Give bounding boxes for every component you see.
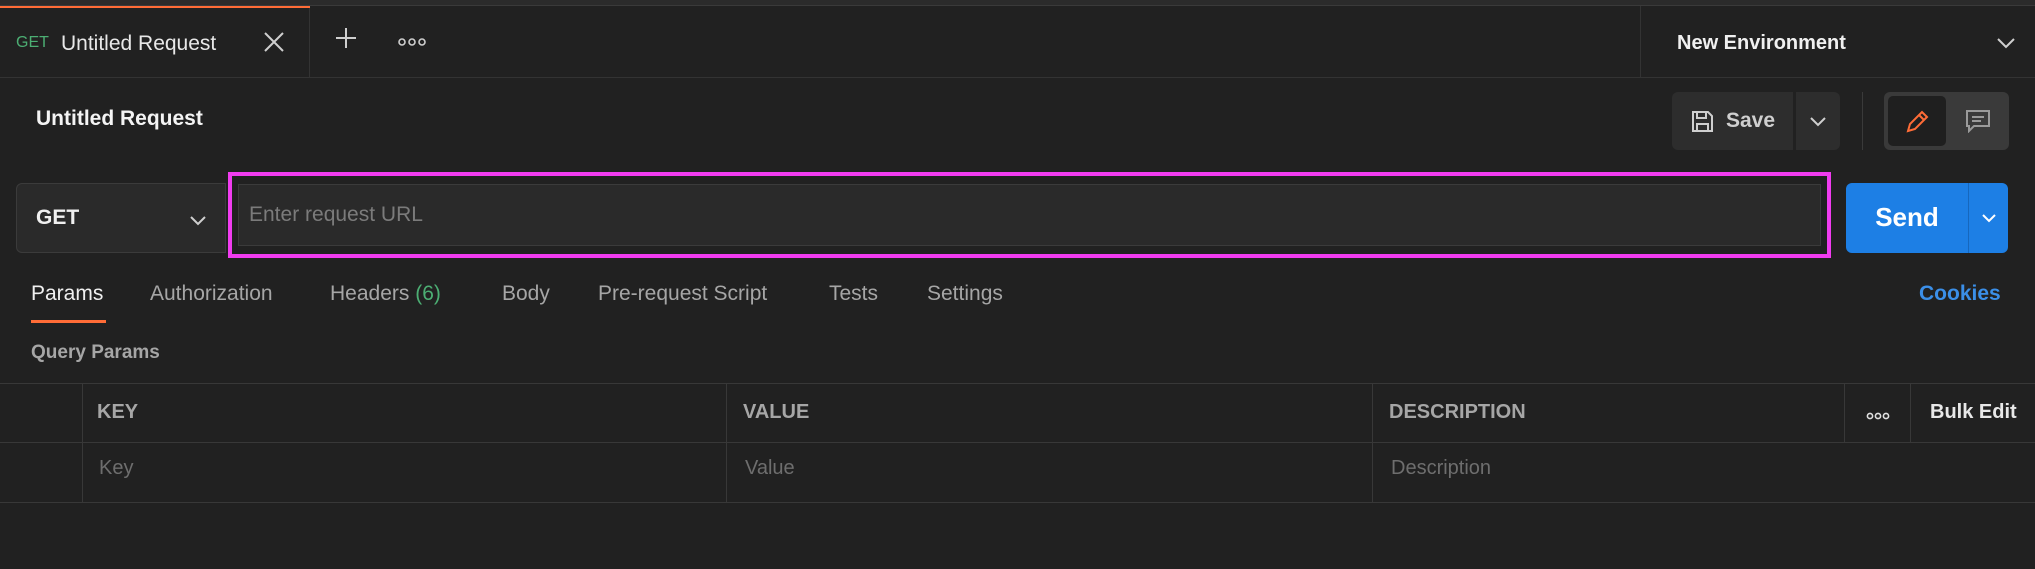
query-params-table: KEY VALUE DESCRIPTION Bulk Edit Key Valu… [0,383,2035,503]
send-button-group: Send [1846,183,2008,253]
headers-count-badge: (6) [415,282,441,305]
key-input[interactable]: Key [99,457,133,480]
column-divider [82,383,83,503]
comments-button[interactable] [1952,96,2004,146]
tab-body[interactable]: Body [502,282,550,306]
request-tab[interactable]: GET Untitled Request [0,6,310,78]
bulk-edit-button[interactable]: Bulk Edit [1930,401,2017,424]
cookies-link[interactable]: Cookies [1919,282,2001,306]
tab-settings[interactable]: Settings [927,282,1003,306]
request-title[interactable]: Untitled Request [36,107,203,131]
tab-params[interactable]: Params [31,282,103,306]
tab-headers[interactable]: Headers (6) [330,282,441,306]
save-disk-icon [1690,109,1715,134]
chevron-down-icon [189,213,207,231]
table-border-top [0,383,2035,384]
new-tab-plus-icon[interactable] [334,26,358,50]
send-button[interactable]: Send [1846,202,1968,233]
chevron-down-icon [1982,214,1996,223]
active-tab-indicator [0,6,310,8]
pencil-icon [1906,110,1929,133]
url-highlight-box [228,172,1831,258]
table-row-border [0,502,2035,503]
column-options-icon[interactable] [1866,408,1890,420]
comment-icon [1966,110,1990,133]
save-options-dropdown[interactable] [1796,92,1840,150]
column-header-description: DESCRIPTION [1389,401,1526,423]
save-button[interactable]: Save [1672,92,1793,150]
view-mode-toggle [1884,92,2009,150]
column-divider [726,383,727,503]
chevron-down-icon [1810,117,1826,127]
chevron-down-icon [1996,36,2016,49]
tab-method-badge: GET [16,34,49,51]
value-input[interactable]: Value [745,457,795,480]
close-icon[interactable] [262,30,286,54]
tab-title: Untitled Request [61,32,217,55]
query-params-heading: Query Params [31,342,160,363]
save-label: Save [1726,109,1776,132]
request-url-input[interactable] [238,184,1821,246]
toolbar-divider [1862,92,1863,150]
description-input[interactable]: Description [1391,457,1491,480]
method-label: GET [36,206,80,229]
method-select[interactable]: GET [16,183,226,253]
tab-authorization[interactable]: Authorization [150,282,273,306]
tab-bar: GET Untitled Request New Environment [0,0,2035,78]
request-tabs: Params Authorization Headers (6) Body Pr… [0,270,2035,323]
edit-mode-button[interactable] [1888,96,1946,146]
table-header-border [0,442,2035,443]
tab-pre-request-script[interactable]: Pre-request Script [598,282,767,306]
column-divider [1844,383,1845,443]
tab-tests[interactable]: Tests [829,282,878,306]
environment-label: New Environment [1677,32,1846,54]
tab-headers-label: Headers [330,282,410,305]
column-header-key: KEY [97,401,139,423]
send-options-dropdown[interactable] [1969,183,2008,253]
column-header-value: VALUE [743,401,810,423]
environment-selector[interactable]: New Environment [1640,6,2035,78]
column-divider [1910,383,1911,443]
more-tabs-icon[interactable] [398,34,426,46]
active-tab-underline [31,320,106,323]
column-divider [1372,383,1373,503]
